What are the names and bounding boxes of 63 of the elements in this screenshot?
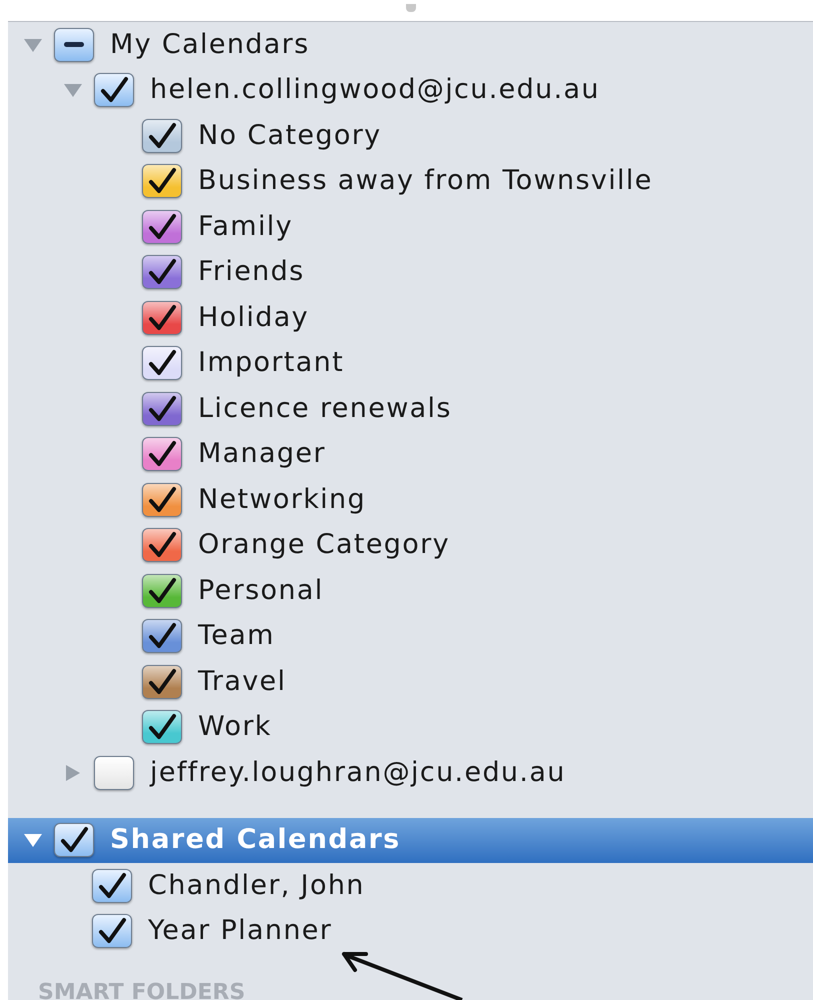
checkbox[interactable]: [142, 300, 182, 335]
checkbox[interactable]: [94, 756, 134, 790]
checkbox[interactable]: [92, 914, 132, 948]
checkbox[interactable]: [142, 118, 182, 153]
checkbox[interactable]: [142, 210, 182, 244]
tree-row[interactable]: Chandler, John: [8, 863, 813, 908]
checkbox[interactable]: [142, 346, 182, 380]
calendar-label: Manager: [198, 437, 326, 471]
tree-row[interactable]: Holiday: [8, 295, 813, 340]
checkbox[interactable]: [94, 73, 134, 108]
checkbox[interactable]: [142, 482, 182, 517]
selected-tree-row[interactable]: Shared Calendars: [8, 818, 813, 863]
calendar-label: Chandler, John: [148, 868, 365, 902]
tree-row[interactable]: helen.collingwood@jcu.edu.au: [8, 68, 813, 113]
calendar-label: Important: [198, 346, 344, 380]
checkbox[interactable]: [142, 574, 182, 608]
checkbox[interactable]: [142, 528, 182, 562]
calendar-label: Family: [198, 210, 293, 244]
checkbox[interactable]: [92, 868, 132, 903]
tree-row[interactable]: Networking: [8, 477, 813, 522]
calendar-label: Friends: [198, 255, 305, 289]
tree-row[interactable]: Important: [8, 340, 813, 386]
tree-row[interactable]: Travel: [8, 659, 813, 704]
checkbox[interactable]: [54, 823, 94, 858]
tree-row[interactable]: Friends: [8, 250, 813, 295]
resize-handle[interactable]: [406, 4, 416, 12]
calendar-label: helen.collingwood@jcu.edu.au: [150, 73, 600, 107]
tree-row[interactable]: jeffrey.loughran@jcu.edu.au: [8, 750, 813, 796]
tree-row[interactable]: My Calendars: [8, 22, 813, 68]
calendar-label: jeffrey.loughran@jcu.edu.au: [150, 756, 566, 790]
tree-row[interactable]: Business away from Townsville: [8, 158, 813, 204]
tree-row[interactable]: Orange Category: [8, 522, 813, 568]
checkbox[interactable]: [142, 619, 182, 654]
tree-row[interactable]: Licence renewals: [8, 386, 813, 432]
tree-row[interactable]: No Category: [8, 113, 813, 158]
tree-row[interactable]: Manager: [8, 432, 813, 477]
disclosure-triangle-icon[interactable]: [22, 831, 44, 850]
tree-row[interactable]: Personal: [8, 568, 813, 614]
calendar-label: Orange Category: [198, 528, 450, 562]
calendar-label: Licence renewals: [198, 392, 452, 426]
tree-row[interactable]: Work: [8, 704, 813, 750]
checkbox[interactable]: [142, 437, 182, 472]
section-heading: SMART FOLDERS: [38, 979, 246, 1000]
checkbox[interactable]: [142, 255, 182, 290]
calendar-label: My Calendars: [110, 28, 310, 62]
calendar-label: Travel: [198, 664, 286, 698]
calendar-label: Team: [198, 619, 275, 653]
checkbox[interactable]: [142, 710, 182, 744]
calendar-label: Holiday: [198, 300, 309, 334]
calendar-label: Networking: [198, 482, 366, 516]
tree-row[interactable]: Team: [8, 614, 813, 659]
checkbox[interactable]: [142, 664, 182, 699]
tree-row[interactable]: Family: [8, 204, 813, 250]
checkbox[interactable]: [142, 392, 182, 426]
calendar-label: Shared Calendars: [110, 823, 401, 857]
calendar-label: No Category: [198, 118, 382, 152]
calendar-label: Year Planner: [148, 914, 332, 948]
calendar-label: Business away from Townsville: [198, 164, 653, 198]
checkbox[interactable]: [54, 28, 94, 62]
tree-row[interactable]: Year Planner: [8, 908, 813, 954]
calendar-label: Personal: [198, 574, 324, 608]
checkbox[interactable]: [142, 164, 182, 198]
calendar-label: Work: [198, 710, 272, 744]
